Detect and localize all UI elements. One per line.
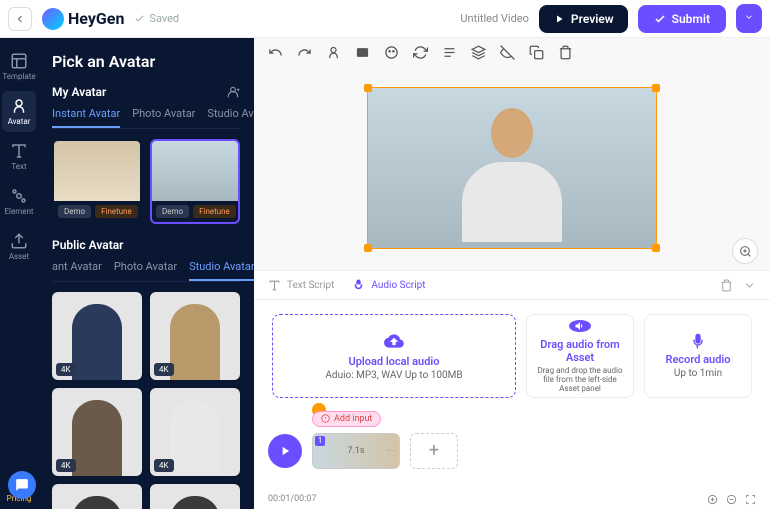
timeline-clip[interactable]: 1 7.1s ⋯ — [312, 433, 400, 469]
public-avatar-2[interactable]: 4K — [150, 292, 240, 380]
sidebar-title: Pick an Avatar — [52, 52, 240, 71]
public-avatar-3[interactable]: 4K — [52, 388, 142, 476]
align-icon[interactable] — [442, 45, 457, 60]
brand-logo: HeyGen — [42, 8, 124, 30]
public-avatar-1[interactable]: 4K — [52, 292, 142, 380]
video-title[interactable]: Untitled Video — [460, 12, 529, 25]
nav-element[interactable]: Element — [2, 181, 36, 222]
my-avatar-card-1[interactable]: DemoFinetune — [52, 139, 142, 224]
my-avatar-heading: My Avatar — [52, 85, 106, 99]
audio-script-tab[interactable]: Audio Script — [352, 279, 425, 292]
nav-avatar[interactable]: Avatar — [2, 91, 36, 132]
redo-icon[interactable] — [297, 45, 312, 60]
tab-photo-avatar[interactable]: Photo Avatar — [132, 107, 195, 128]
film-icon[interactable] — [355, 45, 370, 60]
canvas-toolbar — [254, 38, 770, 66]
collapse-script-icon[interactable] — [743, 279, 756, 292]
record-audio-card[interactable]: Record audio Up to 1min — [644, 314, 752, 398]
text-script-tab[interactable]: Text Script — [268, 279, 334, 292]
tab-studio-avatar-2[interactable]: Studio Avatar — [189, 260, 254, 281]
submit-button[interactable]: Submit — [638, 5, 726, 33]
canvas-preview[interactable] — [367, 87, 657, 249]
public-avatar-4[interactable]: 4K — [150, 388, 240, 476]
public-avatar-5[interactable] — [52, 484, 142, 509]
drag-audio-card[interactable]: Drag audio from Asset Drag and drop the … — [526, 314, 634, 398]
play-button[interactable] — [268, 434, 302, 468]
public-avatar-heading: Public Avatar — [52, 238, 124, 252]
time-display: 00:01/00:07 — [268, 494, 317, 504]
public-avatar-6[interactable] — [150, 484, 240, 509]
preview-button[interactable]: Preview — [539, 5, 628, 33]
tab-instant-avatar[interactable]: Instant Avatar — [52, 107, 120, 128]
back-button[interactable] — [8, 7, 32, 31]
nav-asset[interactable]: Asset — [2, 226, 36, 267]
tab-ant-avatar-2[interactable]: ant Avatar — [52, 260, 102, 281]
undo-icon[interactable] — [268, 45, 283, 60]
zoom-in-timeline-icon[interactable] — [707, 494, 718, 505]
chat-button[interactable] — [8, 471, 36, 499]
hide-icon[interactable] — [500, 45, 515, 60]
add-clip-button[interactable]: + — [410, 433, 458, 469]
saved-status: Saved — [134, 12, 179, 25]
tab-studio-avatar[interactable]: Studio Avatar — [207, 107, 254, 128]
person-icon[interactable] — [326, 45, 341, 60]
tab-photo-avatar-2[interactable]: Photo Avatar — [114, 260, 177, 281]
expand-timeline-icon[interactable] — [745, 494, 756, 505]
face-icon[interactable] — [384, 45, 399, 60]
zoom-button[interactable] — [732, 238, 758, 264]
delete-script-icon[interactable] — [720, 279, 733, 292]
submit-dropdown[interactable] — [736, 4, 762, 33]
nav-text[interactable]: Text — [2, 136, 36, 177]
my-avatar-card-2[interactable]: DemoFinetune — [150, 139, 240, 224]
add-input-badge: Add input — [312, 411, 381, 427]
refresh-icon[interactable] — [413, 45, 428, 60]
upload-audio-card[interactable]: Upload local audio Aduio: MP3, WAV Up to… — [272, 314, 516, 398]
nav-template[interactable]: Template — [2, 46, 36, 87]
layers-icon[interactable] — [471, 45, 486, 60]
add-avatar-icon[interactable] — [226, 85, 240, 99]
copy-icon[interactable] — [529, 45, 544, 60]
delete-icon[interactable] — [558, 45, 573, 60]
zoom-out-timeline-icon[interactable] — [726, 494, 737, 505]
avatar-on-canvas[interactable] — [452, 108, 572, 248]
